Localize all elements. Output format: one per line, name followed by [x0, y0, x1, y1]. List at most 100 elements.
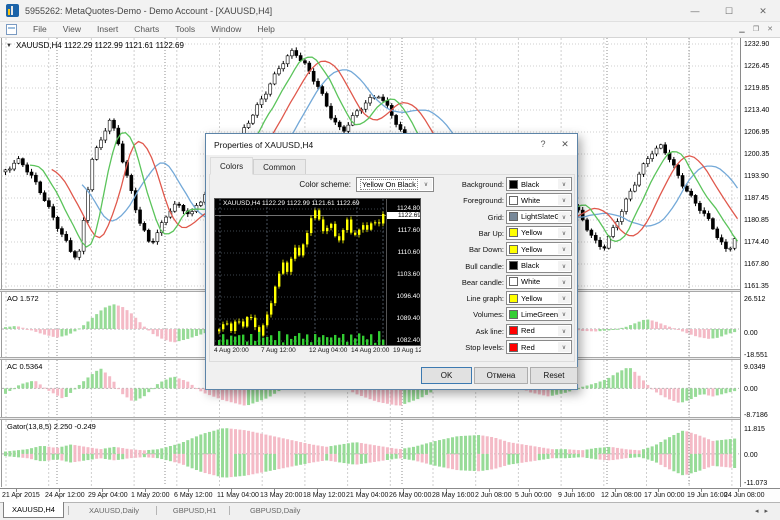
setting-select-bull-candle-[interactable]: Black ∨ — [506, 258, 572, 273]
color-swatch — [509, 228, 518, 238]
time-label: 28 May 16:00 — [432, 492, 475, 499]
chevron-down-icon: ∨ — [558, 260, 570, 271]
time-tick — [615, 489, 616, 492]
setting-label-black: Background: — [461, 180, 504, 189]
indicator-scale-label: -8.7186 — [744, 412, 768, 419]
tab-divider — [156, 506, 158, 515]
chart-tab-xauusd-daily[interactable]: XAUUSD,Daily — [76, 503, 152, 518]
tab-divider — [67, 506, 69, 515]
maximize-icon[interactable]: ☐ — [712, 0, 746, 22]
time-label: 21 Apr 2015 — [2, 492, 40, 499]
setting-select-bar-down-[interactable]: Yellow ∨ — [506, 242, 572, 257]
time-tick — [529, 489, 530, 492]
indicator-scale-label: 26.512 — [744, 296, 766, 303]
time-tick — [188, 489, 189, 492]
time-tick — [59, 489, 60, 492]
time-tick — [446, 489, 447, 492]
indicator-scale-label: -11.073 — [744, 480, 768, 487]
setting-label-yellow: Bar Down: — [468, 245, 504, 255]
setting-label-lightslategray: Grid: — [487, 212, 504, 222]
setting-select-bar-up-[interactable]: Yellow ∨ — [506, 225, 572, 240]
symbol-dropdown-icon[interactable]: ▼ — [6, 43, 12, 49]
menu-item-view[interactable]: View — [55, 22, 89, 37]
ao-label: AO 1.572 — [7, 294, 39, 303]
color-scheme-label: Color scheme: — [299, 180, 351, 189]
setting-select-line-graph-[interactable]: Yellow ∨ — [506, 291, 572, 306]
setting-select-ask-line-[interactable]: Red ∨ — [506, 323, 572, 338]
time-tick — [16, 489, 17, 492]
time-tick — [572, 489, 573, 492]
close-icon[interactable]: ✕ — [746, 0, 780, 22]
cancel-button[interactable]: Отмена — [474, 367, 528, 384]
indicator-scale-label: 0.00 — [744, 452, 758, 459]
preview-time-label: 7 Aug 12:00 — [261, 347, 296, 354]
price-scale-label: 1174.40 — [744, 239, 769, 246]
chart-tab-gbpusd-daily[interactable]: GBPUSD,Daily — [237, 503, 313, 518]
mdi-restore-icon[interactable]: ❐ — [750, 22, 762, 38]
tab-divider — [229, 506, 230, 515]
time-scale[interactable]: 21 Apr 2015 24 Apr 12:00 29 Apr 04:00 1 May… — [0, 488, 780, 503]
gator-indicator-pane[interactable]: Gator(13,8,5) 2.250 -0.249 — [2, 420, 739, 486]
price-scale[interactable]: 1232.90 1226.45 1219.85 1213.40 1206.95 1200.… — [741, 38, 780, 487]
chevron-down-icon: ∨ — [558, 342, 570, 352]
preview-price-label: 1124.80 — [396, 205, 420, 212]
color-swatch — [509, 293, 518, 303]
time-tick — [403, 489, 404, 492]
time-label: 11 May 04:00 — [217, 492, 259, 499]
indicator-scale-label: 9.0349 — [744, 364, 766, 371]
dialog-title-bar[interactable]: Properties of XAUUSD,H4 — [206, 134, 577, 155]
setting-select-grid-[interactable]: LightSlateGray ∨ — [506, 209, 572, 224]
setting-value: Yellow — [521, 293, 543, 303]
chart-doc-icon — [6, 24, 17, 35]
indicator-scale-label: 0.00 — [744, 386, 758, 393]
time-label: 13 May 20:00 — [260, 492, 303, 499]
menu-item-help[interactable]: Help — [249, 22, 282, 37]
setting-value: Red — [521, 342, 535, 352]
time-label: 29 Apr 04:00 — [88, 492, 128, 499]
price-scale-label: 1180.85 — [744, 217, 769, 224]
setting-select-background-[interactable]: Black ∨ — [506, 177, 572, 191]
price-scale-label: 1213.40 — [744, 107, 770, 114]
mdi-close-icon[interactable]: ✕ — [764, 22, 776, 38]
time-label: 24 Jun 08:00 — [724, 492, 765, 499]
window-title: 5955262: MetaQuotes-Demo - Demo Account … — [25, 5, 273, 16]
menu-item-window[interactable]: Window — [203, 22, 249, 37]
mdi-minimize-icon[interactable]: ▁ — [736, 22, 748, 38]
setting-label-black: Bull candle: — [465, 261, 504, 271]
menu-item-file[interactable]: File — [25, 22, 55, 37]
chevron-down-icon: ∨ — [558, 195, 570, 206]
chart-tab-xauusd-h4[interactable]: XAUUSD,H4 — [3, 502, 64, 518]
minimize-icon[interactable]: — — [678, 0, 712, 22]
setting-label-yellow: Bar Up: — [478, 228, 504, 238]
setting-select-bear-candle-[interactable]: White ∨ — [506, 274, 572, 289]
metatrader-window: 5955262: MetaQuotes-Demo - Demo Account … — [0, 0, 780, 520]
dialog-tab-colors[interactable]: Colors — [210, 157, 254, 175]
price-scale-label: 1200.35 — [744, 151, 770, 158]
setting-select-volumes-[interactable]: LimeGreen ∨ — [506, 307, 572, 322]
tab-scroll-arrows[interactable]: ◂▸ — [755, 507, 774, 515]
setting-select-foreground-[interactable]: White ∨ — [506, 193, 572, 208]
tab-scroll-right-icon: ▸ — [764, 508, 774, 515]
time-tick — [102, 489, 103, 492]
setting-select-stop-levels-[interactable]: Red ∨ — [506, 340, 572, 354]
price-scale-label: 1226.45 — [744, 63, 770, 70]
dialog-help-icon[interactable]: ? — [533, 134, 553, 155]
menu-item-tools[interactable]: Tools — [167, 22, 203, 37]
reset-button[interactable]: Reset — [530, 367, 578, 384]
color-swatch — [509, 212, 518, 222]
chevron-down-icon: ∨ — [558, 179, 570, 189]
price-scale-label: 1167.80 — [744, 261, 769, 268]
chevron-down-icon: ∨ — [558, 211, 570, 222]
chart-symbol-label: ▼ XAUUSD,H4 1122.29 1122.99 1121.61 1122… — [6, 41, 184, 50]
menu-item-charts[interactable]: Charts — [126, 22, 167, 37]
ok-button[interactable]: OK — [421, 367, 472, 384]
chart-tab-gbpusd-h1[interactable]: GBPUSD,H1 — [164, 503, 225, 518]
menu-item-insert[interactable]: Insert — [89, 22, 126, 37]
setting-label-white: Foreground: — [463, 196, 504, 206]
time-label: 21 May 04:00 — [346, 492, 389, 499]
setting-value: Black — [521, 261, 540, 270]
dialog-tab-common[interactable]: Common — [253, 159, 306, 175]
preview-time-label: 12 Aug 04:00 — [309, 347, 348, 354]
setting-value: Yellow — [521, 244, 543, 254]
dialog-close-icon[interactable]: ✕ — [555, 134, 575, 155]
